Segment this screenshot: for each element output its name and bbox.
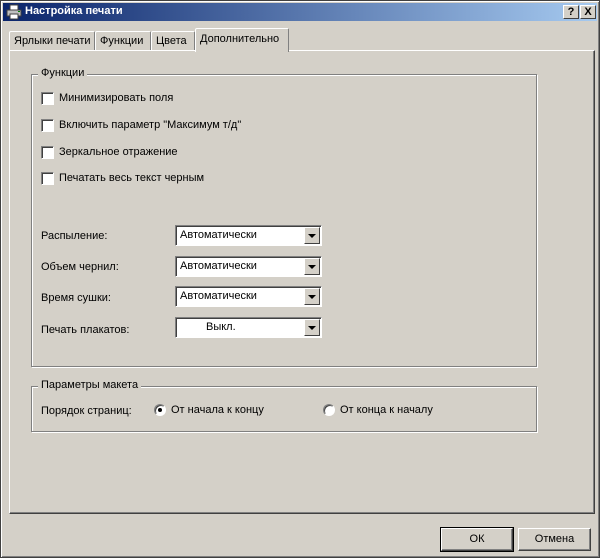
chevron-down-icon[interactable] [304,227,320,244]
close-button[interactable]: X [580,5,596,19]
minimize-margins-label: Минимизировать поля [59,92,174,104]
page-order-forward-label: От начала к концу [171,404,264,416]
print-all-black-checkbox[interactable] [41,172,54,185]
mirror-image-checkbox[interactable] [41,146,54,159]
page-order-forward-radio[interactable] [154,404,166,416]
poster-print-value: Выкл. [206,321,236,333]
ok-button[interactable]: ОК [440,527,514,552]
page-order-forward-option[interactable]: От начала к концу [154,404,294,418]
ink-volume-label: Объем чернил: [41,261,119,273]
ink-volume-value: Автоматически [180,260,257,272]
tab-advanced[interactable]: Дополнительно [195,28,289,52]
functions-group-legend: Функции [38,67,88,79]
max-dpi-checkbox[interactable] [41,119,54,132]
chevron-down-icon[interactable] [304,258,320,275]
tab-colors[interactable]: Цвета [151,31,195,51]
window-title: Настройка печати [25,5,123,17]
spraying-label: Распыление: [41,230,108,242]
mirror-image-label: Зеркальное отражение [59,146,178,158]
poster-print-select[interactable]: Выкл. [175,317,322,338]
spraying-select[interactable]: Автоматически [175,225,322,246]
print-all-black-label: Печатать весь текст черным [59,172,205,184]
dry-time-select[interactable]: Автоматически [175,286,322,307]
chevron-down-icon[interactable] [304,319,320,336]
page-order-reverse-label: От конца к началу [340,404,433,416]
help-button[interactable]: ? [563,5,579,19]
cancel-button[interactable]: Отмена [518,528,591,551]
tab-print-shortcuts[interactable]: Ярлыки печати [9,31,95,51]
page-order-label: Порядок страниц: [41,405,132,417]
poster-print-label: Печать плакатов: [41,324,130,336]
ink-volume-select[interactable]: Автоматически [175,256,322,277]
chevron-down-icon[interactable] [304,288,320,305]
printer-icon [6,4,22,20]
dry-time-value: Автоматически [180,290,257,302]
page-order-reverse-radio[interactable] [323,404,335,416]
layout-group-legend: Параметры макета [38,379,142,391]
max-dpi-label: Включить параметр "Максимум т/д" [59,119,242,131]
tab-functions[interactable]: Функции [95,31,151,51]
dry-time-label: Время сушки: [41,292,111,304]
minimize-margins-checkbox[interactable] [41,92,54,105]
print-settings-dialog: Настройка печати ? X Ярлыки печати Функц… [0,0,600,558]
page-order-reverse-option[interactable]: От конца к началу [323,404,463,418]
title-bar[interactable]: Настройка печати ? X [3,3,597,21]
spraying-value: Автоматически [180,229,257,241]
